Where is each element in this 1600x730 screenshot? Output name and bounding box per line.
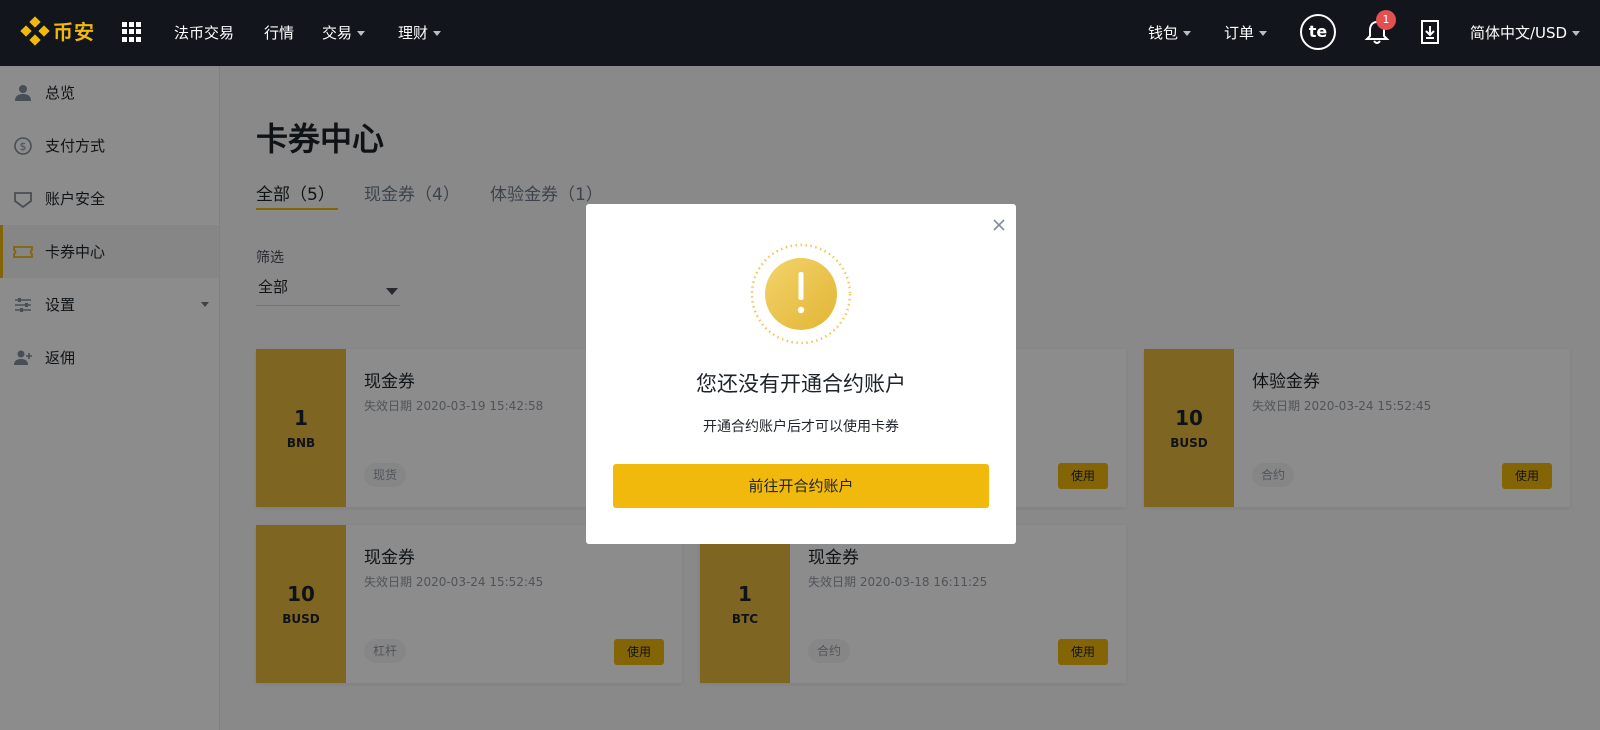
nav-markets[interactable]: 行情 bbox=[264, 22, 294, 43]
modal-description: 开通合约账户后才可以使用卡券 bbox=[703, 419, 899, 435]
nav-finance[interactable]: 理财 bbox=[398, 22, 442, 43]
nav-fiat-trading[interactable]: 法币交易 bbox=[174, 22, 234, 43]
nav-trade[interactable]: 交易 bbox=[322, 22, 366, 43]
binance-logo-icon bbox=[20, 15, 50, 46]
notification-badge: 1 bbox=[1376, 10, 1396, 30]
chevron-down-icon bbox=[1259, 31, 1268, 36]
language-currency-selector[interactable]: 简体中文/USD bbox=[1470, 22, 1581, 43]
modal-title: 您还没有开通合约账户 bbox=[696, 372, 906, 396]
apps-grid-icon[interactable] bbox=[122, 22, 142, 42]
logo[interactable]: 币安 bbox=[20, 15, 95, 46]
chevron-down-icon bbox=[357, 31, 366, 36]
chevron-down-icon bbox=[1183, 31, 1192, 36]
chevron-down-icon bbox=[1572, 31, 1581, 36]
exclamation-icon bbox=[750, 243, 852, 345]
open-futures-account-button[interactable]: 前往开合约账户 bbox=[613, 464, 989, 508]
nav-wallet[interactable]: 钱包 bbox=[1148, 22, 1192, 43]
avatar[interactable]: te bbox=[1300, 14, 1336, 50]
top-navigation-bar: 币安 法币交易 行情 交易 理财 钱包 订单 te 1 简体中文/USD bbox=[0, 0, 1600, 66]
logo-text: 币安 bbox=[53, 20, 95, 44]
nav-orders[interactable]: 订单 bbox=[1224, 22, 1268, 43]
download-icon[interactable] bbox=[1420, 19, 1440, 45]
open-futures-account-dialog: 您还没有开通合约账户 开通合约账户后才可以使用卡券 前往开合约账户 bbox=[586, 204, 1016, 544]
chevron-down-icon bbox=[433, 31, 442, 36]
close-icon[interactable] bbox=[992, 218, 1006, 232]
